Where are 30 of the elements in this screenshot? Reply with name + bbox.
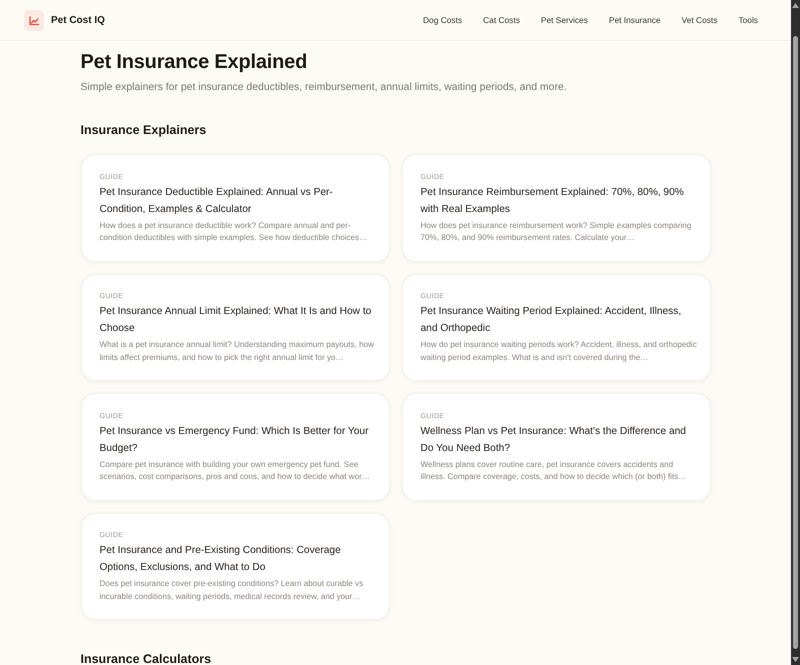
page-subtitle: Simple explainers for pet insurance deductibles, reimbursement, annual limits, waiting periods, and more. [80, 81, 568, 95]
card-description: Compare pet insurance with building your own emergency pet fund. See scenarios, cost comparisons, pros and cons, and how to decide what wor… [100, 458, 371, 483]
card-description: How does a pet insurance deductible work? Compare annual and per-condition deductibles with simple examples. See how deductible choices… [100, 220, 368, 244]
card-title: Pet Insurance Reimbursement Explained: 70%, 80%, 90% with Real Examples [420, 186, 685, 216]
scroll-up-button[interactable] [792, 3, 799, 8]
card-description: What is a pet insurance annual limit? Understanding maximum payouts, how limits affect premiums, and how to pick the right annual limit for yo… [100, 339, 375, 364]
nav-link[interactable]: Tools [738, 15, 758, 25]
card-description: How do pet insurance waiting periods work? Accident, illness, and orthopedic waiting period examples. What is and isn't covered during the… [420, 339, 698, 364]
section-heading: Insurance Calculators [80, 651, 212, 665]
nav-link[interactable]: Pet Insurance [608, 15, 661, 25]
card-description: Wellness plans cover routine care, pet insurance covers accidents and illness. Compare coverage, costs, and how to decide which (or both) fits… [420, 458, 688, 483]
scroll-down-button[interactable] [792, 657, 799, 662]
nav-link[interactable]: Vet Costs [682, 15, 718, 25]
card-title: Pet Insurance Annual Limit Explained: What It Is and How to Choose [100, 305, 372, 336]
card-description: Does pet insurance cover pre-existing conditions? Learn about curable vs incurable conditions, waiting periods, medical records review, and your… [100, 578, 364, 603]
card-title: Pet Insurance Deductible Explained: Annual vs Per-Condition, Examples & Calculator [100, 186, 334, 216]
card-description: How does pet insurance reimbursement work? Simple examples comparing 70%, 80%, and 90% reimbursement rates. Calculate your… [420, 220, 692, 244]
nav-link[interactable]: Cat Costs [483, 15, 520, 25]
section-heading: Insurance Explainers [80, 122, 208, 138]
scrollbar[interactable] [791, 0, 800, 665]
card-title: Pet Insurance and Pre-Existing Conditions: Coverage Options, Exclusions, and What to Do [100, 544, 342, 575]
nav-link[interactable]: Pet Services [540, 15, 588, 25]
brand-name[interactable]: Pet Cost IQ [51, 14, 105, 26]
card-title: Pet Insurance Waiting Period Explained: Accident, Illness, and Orthopedic [420, 305, 682, 336]
card-title: Wellness Plan vs Pet Insurance: What's the Difference and Do You Need Both? [420, 424, 687, 456]
page-title: Pet Insurance Explained [80, 50, 308, 74]
card-title: Pet Insurance vs Emergency Fund: Which Is Better for Your Budget? [100, 424, 370, 456]
scrollbar-thumb[interactable] [793, 36, 798, 649]
nav-link[interactable]: Dog Costs [423, 15, 462, 25]
chart-logo-icon[interactable] [24, 10, 44, 30]
